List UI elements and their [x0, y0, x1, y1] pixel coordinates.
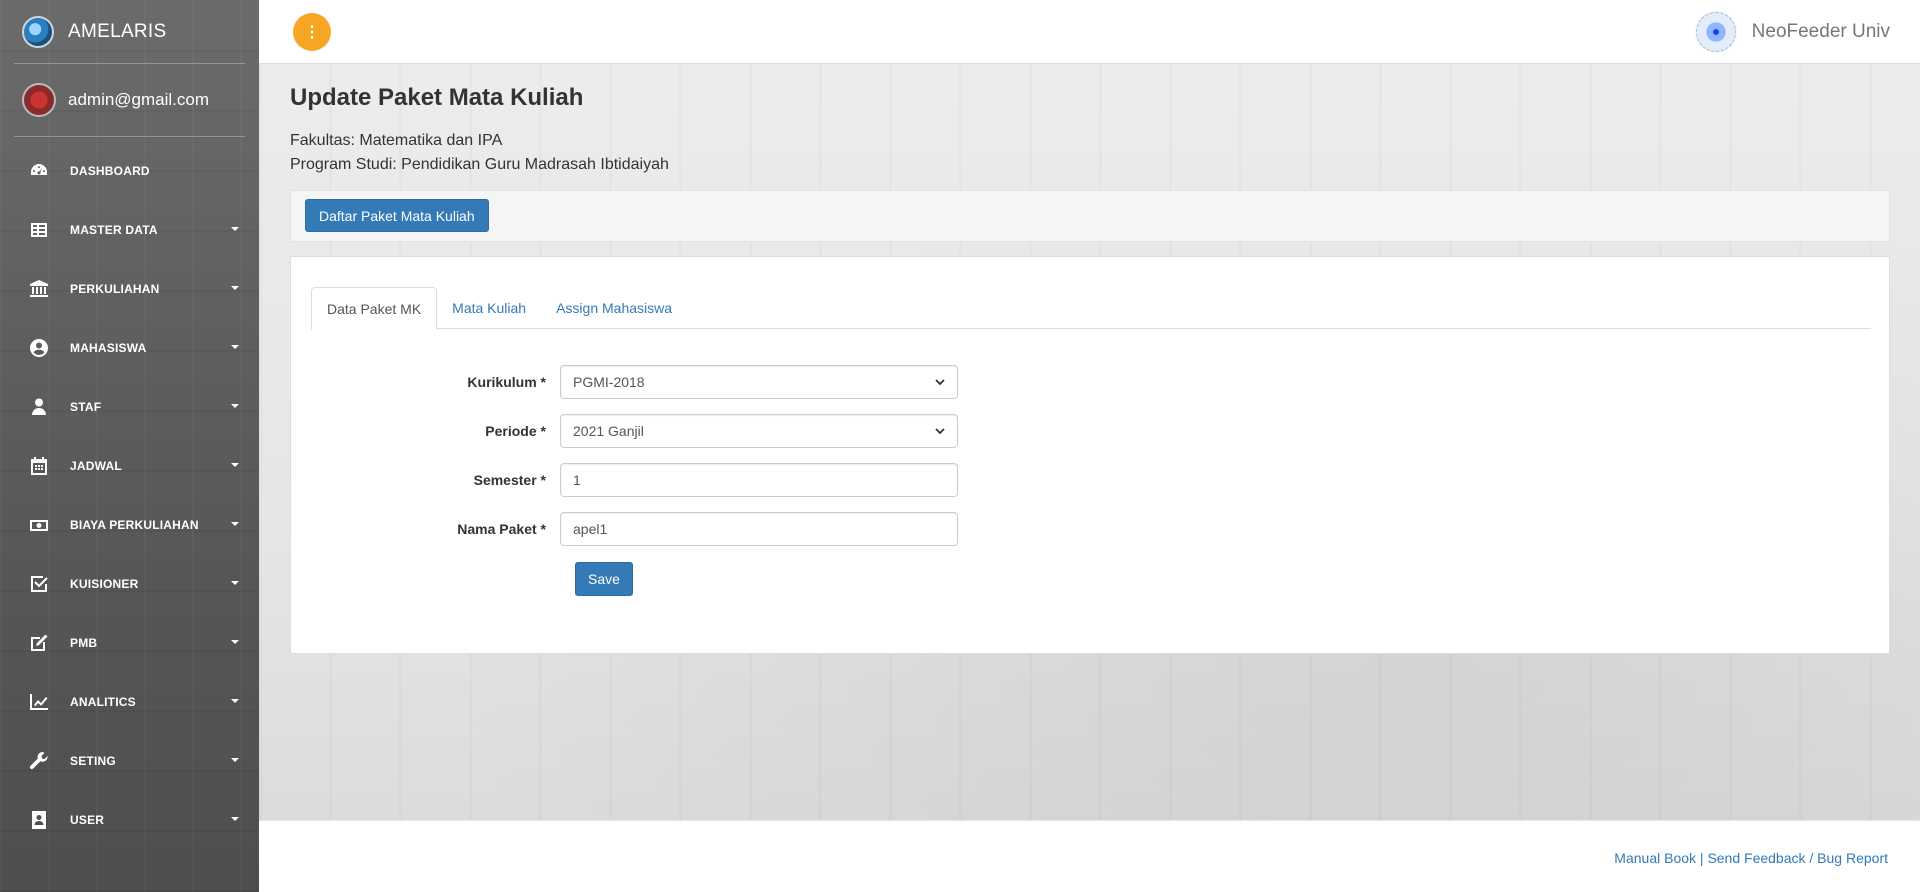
semester-input[interactable]: 1: [560, 463, 958, 497]
sidebar-item-kuisioner[interactable]: KUISIONER: [0, 554, 259, 613]
university-icon: [28, 278, 50, 300]
dashboard-icon: [28, 160, 50, 182]
sidebar-item-label: MASTER DATA: [70, 222, 158, 237]
nama-paket-input[interactable]: apel1: [560, 512, 958, 546]
sidebar: AMELARIS admin@gmail.com DASHBOARD MASTE…: [0, 0, 259, 892]
topbar-brand: NeoFeeder Univ: [1691, 8, 1890, 56]
nama-paket-row: Nama Paket * apel1: [291, 512, 1891, 546]
sidebar-item-staf[interactable]: STAF: [0, 377, 259, 436]
sidebar-item-label: SETING: [70, 753, 116, 768]
sidebar-item-label: DASHBOARD: [70, 163, 150, 178]
tab-mata-kuliah[interactable]: Mata Kuliah: [437, 287, 541, 329]
sidebar-item-user[interactable]: USER: [0, 790, 259, 849]
periode-value: 2021 Ganjil: [573, 423, 644, 439]
form-panel: Data Paket MK Mata Kuliah Assign Mahasis…: [290, 256, 1890, 654]
neofeeder-title: NeoFeeder Univ: [1751, 21, 1890, 42]
sidebar-item-seting[interactable]: SETING: [0, 731, 259, 790]
chevron-down-icon: [231, 286, 239, 290]
user-email: admin@gmail.com: [68, 90, 210, 109]
user-panel[interactable]: admin@gmail.com: [0, 64, 259, 136]
periode-label: Periode *: [485, 423, 546, 439]
page-title: Update Paket Mata Kuliah: [290, 84, 584, 111]
fakultas-text: Fakultas: Matematika dan IPA: [290, 132, 503, 149]
semester-value: 1: [573, 472, 581, 488]
sidebar-item-biaya-perkuliahan[interactable]: BIAYA PERKULIAHAN: [0, 495, 259, 554]
user-icon: [28, 396, 50, 418]
chevron-down-icon: [231, 463, 239, 467]
wrench-icon: [28, 750, 50, 772]
footer-links: Manual Book | Send Feedback / Bug Report: [1614, 850, 1888, 866]
chevron-down-icon: [231, 345, 239, 349]
chevron-down-icon: [231, 699, 239, 703]
semester-row: Semester * 1: [291, 463, 1891, 497]
sidebar-item-mahasiswa[interactable]: MAHASISWA: [0, 318, 259, 377]
chevron-down-icon: [231, 758, 239, 762]
sidebar-item-label: MAHASISWA: [70, 340, 147, 355]
sidebar-divider: [14, 136, 245, 137]
check-square-icon: [28, 573, 50, 595]
sidebar-item-dashboard[interactable]: DASHBOARD: [0, 141, 259, 200]
line-chart-icon: [28, 691, 50, 713]
chevron-down-icon: [231, 227, 239, 231]
sidebar-item-analitics[interactable]: ANALITICS: [0, 672, 259, 731]
chevron-down-icon: [231, 581, 239, 585]
chevron-down-icon: [231, 640, 239, 644]
sidebar-item-master-data[interactable]: MASTER DATA: [0, 200, 259, 259]
tab-data-paket-mk[interactable]: Data Paket MK: [311, 287, 438, 330]
sidebar-item-jadwal[interactable]: JADWAL: [0, 436, 259, 495]
user-circle-icon: [28, 337, 50, 359]
kurikulum-row: Kurikulum * PGMI-2018: [291, 365, 1891, 399]
periode-select[interactable]: 2021 Ganjil: [560, 414, 958, 448]
nama-paket-value: apel1: [573, 521, 608, 537]
brand-logo-icon: [22, 15, 54, 48]
sidebar-item-label: USER: [70, 812, 105, 827]
sidebar-item-label: PMB: [70, 635, 98, 650]
sidebar-item-label: PERKULIAHAN: [70, 281, 160, 296]
sidebar-item-perkuliahan[interactable]: PERKULIAHAN: [0, 259, 259, 318]
toolbar-panel: Daftar Paket Mata Kuliah: [290, 190, 1890, 242]
avatar: [22, 83, 56, 117]
sidebar-item-pmb[interactable]: PMB: [0, 613, 259, 672]
footer-separator: |: [1696, 850, 1708, 866]
nama-paket-label: Nama Paket *: [457, 521, 546, 537]
tab-assign-mahasiswa[interactable]: Assign Mahasiswa: [541, 287, 687, 329]
sidebar-item-label: STAF: [70, 399, 102, 414]
chevron-down-icon: [935, 377, 945, 387]
footer: Manual Book | Send Feedback / Bug Report: [259, 820, 1920, 892]
calendar-icon: [28, 455, 50, 477]
save-button[interactable]: Save: [575, 562, 633, 596]
chevron-down-icon: [231, 817, 239, 821]
neofeeder-logo-icon: [1691, 8, 1740, 56]
manual-book-link[interactable]: Manual Book: [1614, 850, 1696, 866]
daftar-paket-button[interactable]: Daftar Paket Mata Kuliah: [305, 199, 489, 232]
sidebar-item-label: BIAYA PERKULIAHAN: [70, 517, 199, 532]
periode-row: Periode * 2021 Ganjil: [291, 414, 1891, 448]
chevron-down-icon: [231, 522, 239, 526]
main-content: Update Paket Mata Kuliah Fakultas: Matem…: [259, 64, 1920, 820]
sidebar-nav: DASHBOARD MASTER DATA PERKULIAHAN MAHASI…: [0, 141, 259, 849]
semester-label: Semester *: [473, 472, 546, 488]
sidebar-item-label: JADWAL: [70, 458, 122, 473]
brand[interactable]: AMELARIS: [0, 0, 259, 63]
money-icon: [28, 514, 50, 536]
feedback-link[interactable]: Send Feedback / Bug Report: [1707, 850, 1888, 866]
menu-toggle-button[interactable]: ⋮: [293, 12, 331, 51]
sidebar-item-label: ANALITICS: [70, 694, 136, 709]
kurikulum-value: PGMI-2018: [573, 374, 645, 390]
kurikulum-select[interactable]: PGMI-2018: [560, 365, 958, 399]
kurikulum-label: Kurikulum *: [467, 374, 546, 390]
topbar: ⋮ NeoFeeder Univ: [259, 0, 1920, 64]
tab-bar: Data Paket MK Mata Kuliah Assign Mahasis…: [311, 287, 1871, 330]
chevron-down-icon: [231, 404, 239, 408]
edit-icon: [28, 632, 50, 654]
address-book-icon: [28, 809, 50, 831]
chevron-down-icon: [935, 426, 945, 436]
brand-name: AMELARIS: [68, 20, 167, 42]
table-icon: [28, 219, 50, 241]
sidebar-item-label: KUISIONER: [70, 576, 139, 591]
program-studi-text: Program Studi: Pendidikan Guru Madrasah …: [290, 156, 669, 173]
